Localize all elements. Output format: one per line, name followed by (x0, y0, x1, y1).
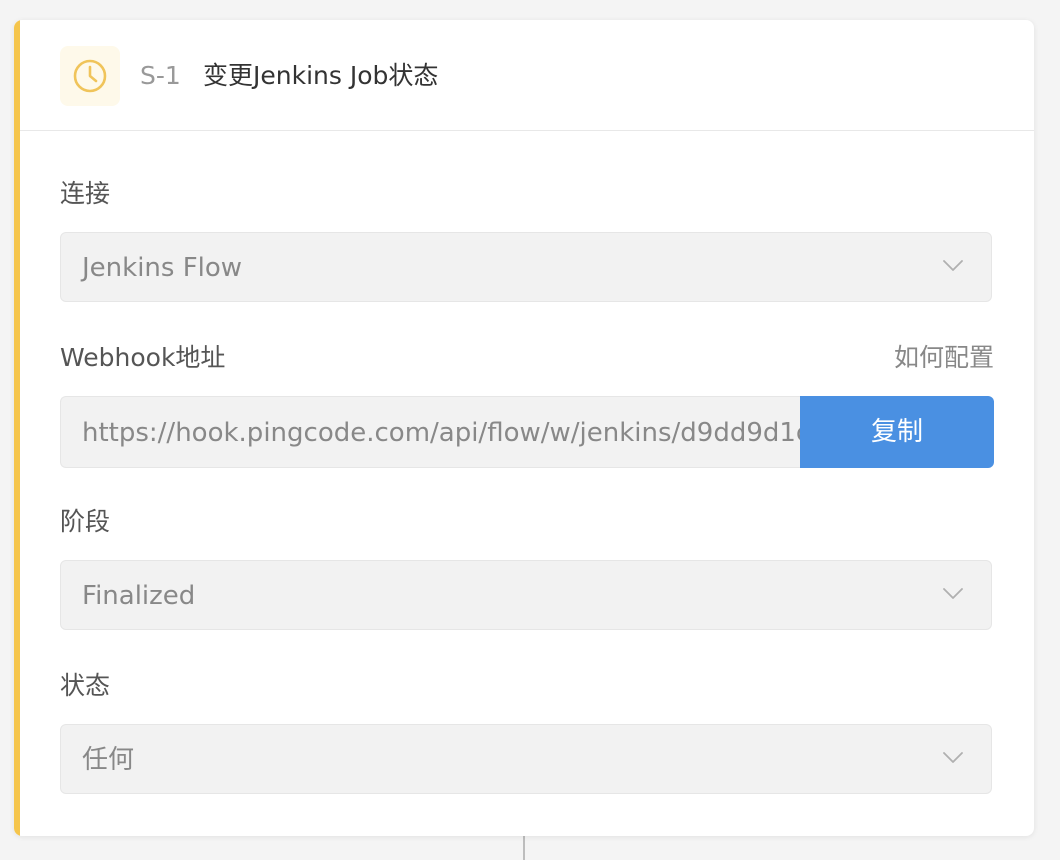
phase-label: 阶段 (60, 507, 111, 536)
webhook-row: https://hook.pingcode.com/api/flow/w/jen… (60, 396, 994, 468)
how-to-configure-link[interactable]: 如何配置 (894, 342, 994, 374)
status-select-value: 任何 (82, 745, 135, 775)
connection-label: 连接 (60, 179, 111, 208)
step-header: S-1 变更Jenkins Job状态 (20, 20, 1034, 131)
chevron-down-icon (943, 752, 963, 763)
clock-icon (73, 59, 107, 93)
phase-select[interactable]: Finalized (60, 560, 992, 630)
connection-select[interactable]: Jenkins Flow (60, 232, 992, 302)
webhook-label: Webhook地址 (60, 343, 226, 372)
chevron-down-icon (943, 260, 963, 271)
status-label: 状态 (60, 671, 111, 700)
step-code: S-1 (140, 61, 181, 90)
connection-select-value: Jenkins Flow (82, 253, 243, 283)
step-icon-container (60, 46, 120, 106)
webhook-url-text: https://hook.pingcode.com/api/flow/w/jen… (82, 418, 800, 448)
card-accent-bar (14, 20, 20, 836)
step-card: S-1 变更Jenkins Job状态 连接 Jenkins Flow Webh… (14, 20, 1034, 836)
chevron-down-icon (943, 588, 963, 599)
step-title: 变更Jenkins Job状态 (203, 61, 439, 90)
copy-button[interactable]: 复制 (800, 396, 994, 468)
status-select[interactable]: 任何 (60, 724, 992, 794)
phase-select-value: Finalized (82, 581, 196, 611)
webhook-url-field[interactable]: https://hook.pingcode.com/api/flow/w/jen… (60, 396, 800, 468)
